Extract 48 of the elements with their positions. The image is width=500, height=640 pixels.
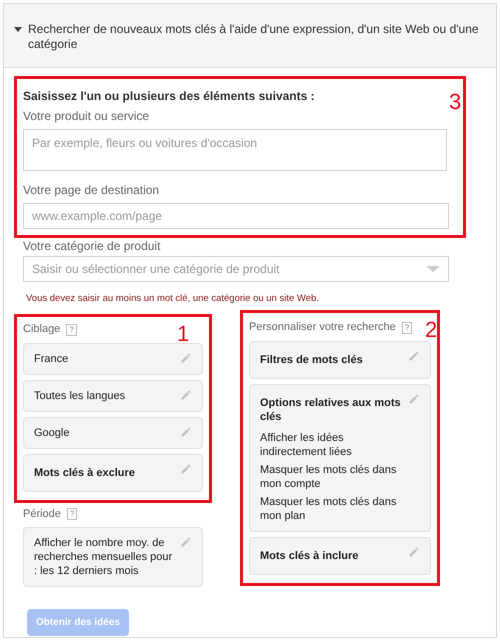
pencil-icon[interactable]: [180, 352, 192, 364]
annotation-number: 3: [449, 91, 462, 113]
collapse-triangle-icon[interactable]: [14, 27, 22, 32]
setting-card[interactable]: Toutes les langues: [23, 380, 203, 412]
pencil-icon[interactable]: [180, 462, 192, 475]
pencil-icon[interactable]: [180, 388, 192, 401]
card-title: Toutes les langues: [34, 388, 126, 403]
product-field[interactable]: Par exemple, fleurs ou voitures d'occasion: [23, 129, 447, 171]
landing-page-field[interactable]: www.example.com/page: [23, 203, 449, 229]
setting-card[interactable]: France: [23, 342, 203, 375]
dropdown-caret-icon: [426, 266, 440, 272]
annotation-number: 2: [425, 319, 438, 342]
card-title: Google: [34, 426, 70, 440]
pencil-icon[interactable]: [180, 536, 192, 548]
pencil-icon[interactable]: [180, 426, 192, 438]
setting-card[interactable]: Mots clés à inclure: [249, 536, 431, 575]
setting-card[interactable]: Options relatives aux mots clés Afficher les idées indirectement liées Masquer les mots clés dans mon compte Masquer les mots clés dans mon plan: [249, 384, 431, 532]
setting-card[interactable]: Mots clés à exclure: [23, 454, 203, 492]
card-title: France: [34, 352, 68, 366]
section-title: Ciblage: [23, 322, 60, 338]
setting-card[interactable]: Filtres de mots clés: [249, 340, 431, 379]
section-title: Personnaliser votre recherche: [249, 320, 396, 336]
card-option: Masquer les mots clés dans mon compte: [260, 462, 404, 491]
card-title: Afficher le nombre moy. de recherches mensuelles pour : les 12 derniers mois: [34, 536, 174, 578]
dropdown-placeholder: Saisir ou sélectionner une catégorie de produit: [32, 261, 280, 278]
field-label: Votre catégorie de produit: [23, 239, 162, 253]
pencil-icon[interactable]: [408, 392, 420, 405]
card-title: Mots clés à inclure: [260, 548, 358, 564]
form-intro: Saisissez l'un ou plusieurs des éléments suivants :: [23, 88, 316, 105]
annotation-number: 1: [177, 323, 190, 346]
section-heading: Rechercher de nouveaux mots clés à l'aide d'une expression, d'un site Web ou d'une catégorie: [28, 22, 480, 52]
field-label: Votre page de destination: [23, 182, 160, 199]
card-option: Masquer les mots clés dans mon plan: [260, 494, 404, 523]
card-title: Options relatives aux mots clés: [260, 396, 402, 425]
pencil-icon[interactable]: [408, 546, 420, 558]
card-title: Mots clés à exclure: [34, 466, 135, 481]
section-header[interactable]: Rechercher de nouveaux mots clés à l'aide d'une expression, d'un site Web ou d'une catégorie: [4, 4, 496, 68]
section-title: Période: [23, 506, 61, 522]
setting-card[interactable]: Afficher le nombre moy. de recherches mensuelles pour : les 12 derniers mois: [23, 527, 203, 588]
pencil-icon[interactable]: [408, 350, 420, 362]
card-option: Afficher les idées indirectement liées: [260, 430, 404, 459]
help-badge[interactable]: ?: [66, 508, 78, 520]
help-badge[interactable]: ?: [402, 322, 412, 334]
field-label: Votre produit ou service: [23, 108, 150, 125]
card-title: Filtres de mots clés: [260, 352, 363, 368]
setting-card[interactable]: Google: [23, 416, 203, 449]
help-badge[interactable]: ?: [66, 324, 77, 336]
error-message: Vous devez saisir au moins un mot clé, une catégorie ou un site Web.: [26, 292, 320, 306]
